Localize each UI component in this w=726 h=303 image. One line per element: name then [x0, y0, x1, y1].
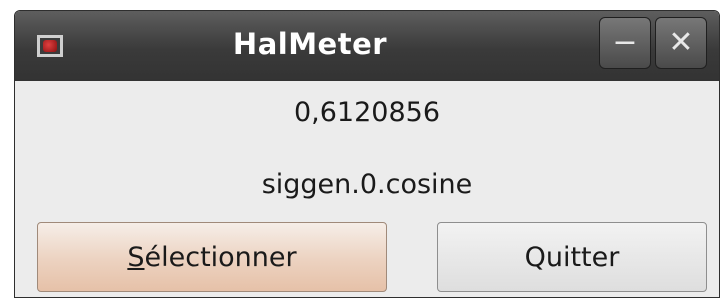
minimize-icon: −: [612, 25, 638, 60]
select-label: électionner: [144, 241, 297, 273]
meter-content: 0,6120856 siggen.0.cosine Sélectionner Q…: [15, 81, 719, 297]
window-title: HalMeter: [232, 27, 388, 61]
minimize-button[interactable]: −: [599, 17, 651, 69]
halmeter-window: HalMeter − ✕ 0,6120856 siggen.0.cosine S…: [14, 10, 720, 298]
select-button[interactable]: Sélectionner: [37, 222, 387, 292]
signal-name: siggen.0.cosine: [261, 169, 473, 200]
close-button[interactable]: ✕: [655, 17, 707, 69]
quit-button[interactable]: Quitter: [437, 222, 707, 292]
app-icon[interactable]: [37, 35, 63, 57]
app-icon-dot: [43, 40, 57, 52]
select-mnemonic: S: [127, 241, 145, 273]
meter-value: 0,6120856: [293, 97, 440, 128]
close-icon: ✕: [668, 25, 694, 60]
title-bar[interactable]: HalMeter − ✕: [15, 11, 719, 81]
